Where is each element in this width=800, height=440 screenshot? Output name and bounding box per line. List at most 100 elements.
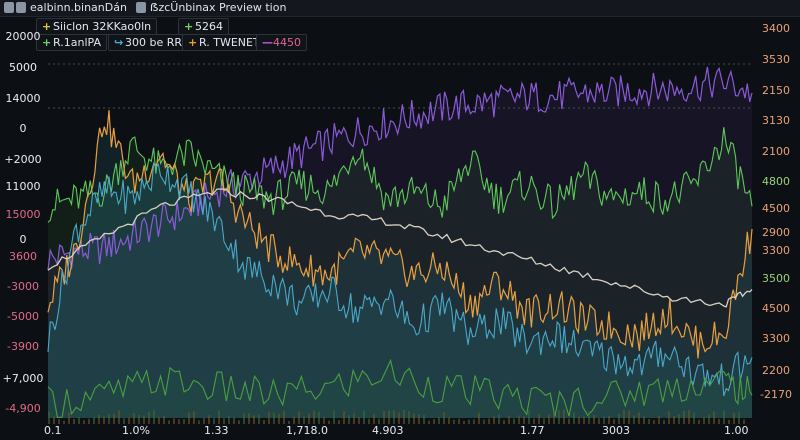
- volume-bar: [698, 419, 700, 424]
- volume-bar: [603, 416, 605, 424]
- y-tick-label: 14000: [5, 92, 41, 105]
- volume-bar: [373, 413, 375, 424]
- volume-bar: [93, 417, 95, 424]
- y-tick-label: 15000: [5, 208, 41, 221]
- volume-bar: [608, 416, 610, 424]
- volume-bar: [113, 413, 115, 424]
- y-tick-label: -4,900: [5, 402, 41, 415]
- volume-bar: [453, 419, 455, 424]
- x-tick-label: 1.77: [520, 424, 545, 437]
- legend-item[interactable]: +5264: [178, 18, 229, 35]
- volume-bar: [458, 418, 460, 424]
- volume-bar: [623, 410, 625, 424]
- volume-bar: [313, 410, 315, 424]
- volume-bar: [103, 416, 105, 424]
- y-tick-label: 2200: [762, 364, 790, 377]
- volume-bar: [98, 415, 100, 424]
- volume-bar: [408, 411, 410, 424]
- y-tick-label: +2000: [4, 153, 42, 166]
- volume-bar: [108, 413, 110, 424]
- x-tick-label: 1,718.0: [286, 424, 328, 437]
- volume-bar: [133, 413, 135, 424]
- volume-bar: [353, 413, 355, 424]
- legend-label: R. TWENET: [199, 36, 260, 49]
- volume-bar: [153, 410, 155, 424]
- volume-bar: [438, 416, 440, 424]
- volume-bar: [303, 416, 305, 424]
- legend-label: R.1anlPA: [53, 36, 101, 49]
- legend-item[interactable]: + R.1anlPA: [36, 34, 107, 51]
- legend-marker: —: [262, 36, 273, 49]
- legend-item[interactable]: —4450: [256, 34, 307, 51]
- volume-bar: [443, 412, 445, 424]
- volume-bar: [493, 416, 495, 424]
- volume-bar: [233, 417, 235, 424]
- y-tick-label: 20000: [5, 30, 41, 43]
- volume-bar: [518, 415, 520, 424]
- volume-bar: [198, 420, 200, 424]
- volume-bar: [413, 413, 415, 424]
- y-tick-label: -3900: [7, 340, 39, 353]
- volume-bar: [183, 419, 185, 424]
- x-tick-label: 1.00: [724, 424, 749, 437]
- volume-bar: [558, 410, 560, 424]
- volume-bar: [733, 412, 735, 424]
- volume-bar: [143, 415, 145, 424]
- volume-bar: [363, 410, 365, 424]
- y-tick-label: 4800: [762, 175, 790, 188]
- volume-bar: [478, 412, 480, 424]
- legend-marker: +: [188, 36, 198, 49]
- y-tick-label: 0: [19, 122, 27, 135]
- volume-bar: [723, 410, 725, 424]
- volume-bar: [483, 419, 485, 424]
- volume-bar: [128, 417, 130, 424]
- line-chart: [47, 63, 753, 424]
- volume-bar: [318, 411, 320, 424]
- x-tick-label: 0.1: [44, 424, 62, 437]
- legend-item[interactable]: + R. TWENET: [182, 34, 266, 51]
- volume-bar: [653, 420, 655, 424]
- y-tick-label: 3130: [762, 114, 790, 127]
- volume-bar: [278, 414, 280, 424]
- volume-bar: [138, 414, 140, 424]
- volume-bar: [238, 420, 240, 424]
- legend-item[interactable]: + Siiclon 32KKao0ln: [36, 18, 158, 35]
- volume-bar: [403, 410, 405, 424]
- volume-bar: [118, 410, 120, 424]
- volume-bar: [593, 415, 595, 424]
- volume-bar: [343, 411, 345, 424]
- volume-bar: [348, 415, 350, 424]
- volume-bar: [463, 420, 465, 424]
- volume-bar: [73, 419, 75, 424]
- volume-bar: [573, 412, 575, 424]
- y-tick-label: 4500: [762, 302, 790, 315]
- y-tick-label: -3000: [7, 280, 39, 293]
- volume-bar: [583, 416, 585, 424]
- volume-bar: [423, 414, 425, 424]
- volume-bar: [508, 415, 510, 424]
- volume-bar: [323, 417, 325, 424]
- volume-bar: [253, 415, 255, 424]
- volume-bar: [228, 416, 230, 424]
- volume-bar: [598, 418, 600, 424]
- volume-bar: [588, 411, 590, 424]
- y-tick-label: 3530: [762, 53, 790, 66]
- volume-bar: [243, 413, 245, 424]
- y-tick-label: -2170: [760, 388, 792, 401]
- volume-bar: [703, 417, 705, 424]
- volume-bar: [688, 410, 690, 424]
- volume-bar: [433, 419, 435, 424]
- volume-bar: [488, 418, 490, 424]
- volume-bar: [368, 418, 370, 424]
- legend-marker: +: [184, 20, 194, 33]
- volume-bar: [578, 416, 580, 424]
- y-tick-label: 3500: [762, 272, 790, 285]
- y-tick-label: -5000: [7, 310, 39, 323]
- volume-bar: [638, 412, 640, 424]
- volume-bar: [678, 414, 680, 424]
- volume-bar: [258, 414, 260, 424]
- volume-bar: [328, 420, 330, 424]
- volume-bar: [333, 410, 335, 424]
- legend-item[interactable]: ↪ 300 be RR: [108, 34, 189, 51]
- volume-bar: [673, 416, 675, 424]
